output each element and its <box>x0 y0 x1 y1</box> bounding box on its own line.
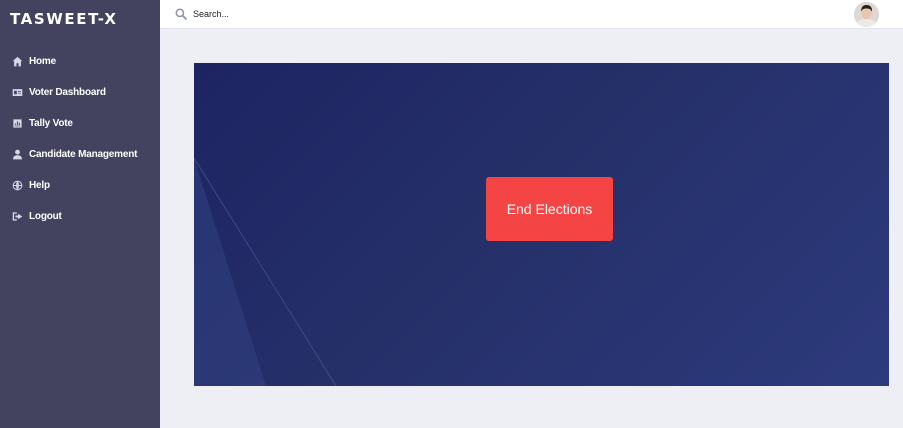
search-input[interactable] <box>193 9 493 19</box>
sidebar-item-label: Help <box>29 180 50 191</box>
sidebar-item-logout[interactable]: Logout <box>0 201 160 232</box>
sidebar-item-home[interactable]: Home <box>0 46 160 77</box>
home-icon <box>12 56 23 67</box>
sidebar-item-voter-dashboard[interactable]: Voter Dashboard <box>0 77 160 108</box>
sidebar-item-label: Logout <box>29 211 62 222</box>
brand-logo[interactable]: TASWEET-X <box>0 0 160 38</box>
sidebar-item-candidate-management[interactable]: Candidate Management <box>0 139 160 170</box>
hero-panel: End Elections <box>194 63 889 386</box>
sidebar-nav: Home Voter Dashboard Tally Vote Candidat… <box>0 46 160 232</box>
user-avatar-icon <box>854 2 879 27</box>
avatar[interactable] <box>854 2 879 27</box>
sidebar-item-label: Home <box>29 56 56 67</box>
sidebar-item-tally-vote[interactable]: Tally Vote <box>0 108 160 139</box>
user-icon <box>12 149 23 160</box>
sign-out-icon <box>12 211 23 222</box>
sidebar-item-label: Voter Dashboard <box>29 87 106 98</box>
id-card-icon <box>12 87 23 98</box>
sidebar-item-help[interactable]: Help <box>0 170 160 201</box>
sidebar: TASWEET-X Home Voter Dashboard Tally Vot… <box>0 0 160 428</box>
globe-icon <box>12 180 23 191</box>
sidebar-item-label: Candidate Management <box>29 149 138 160</box>
topbar <box>160 0 903 29</box>
chart-icon <box>12 118 23 129</box>
sidebar-item-label: Tally Vote <box>29 118 73 129</box>
search-icon <box>175 8 187 20</box>
end-elections-button[interactable]: End Elections <box>486 177 613 241</box>
